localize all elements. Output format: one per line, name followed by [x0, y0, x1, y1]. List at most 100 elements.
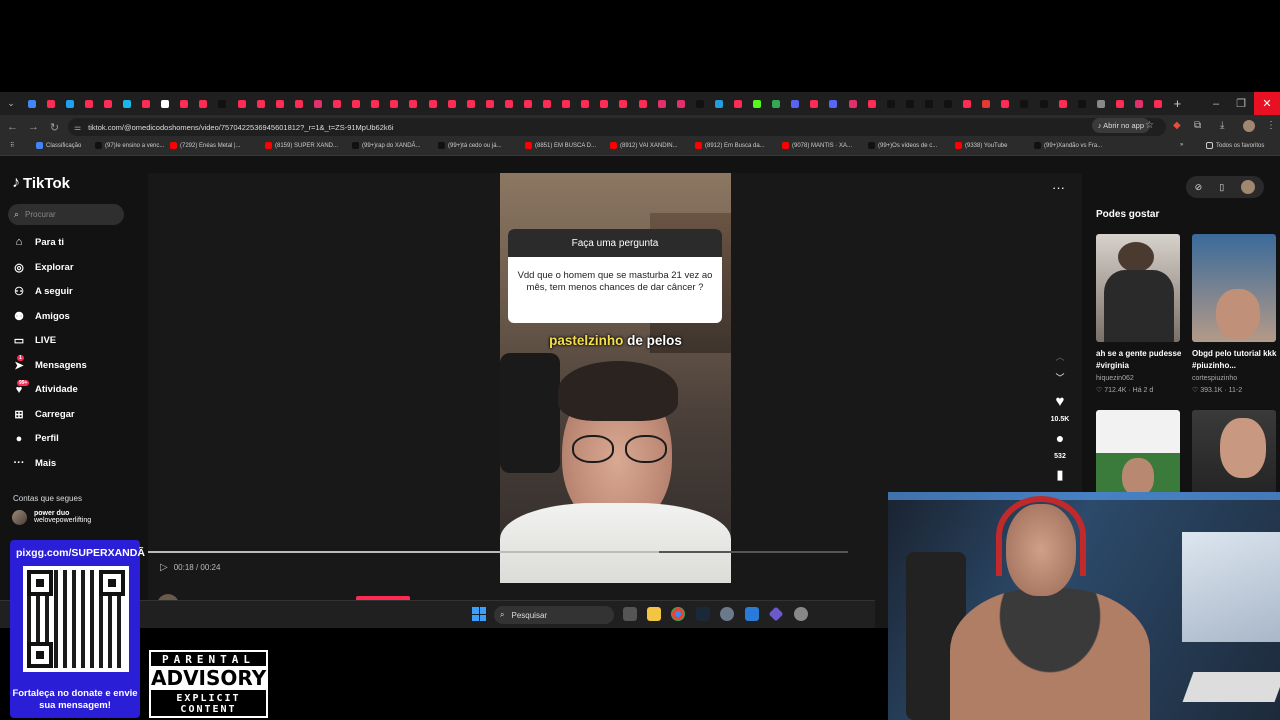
chrome-icon[interactable]: [671, 607, 685, 621]
suggestion-thumbnail[interactable]: [1192, 234, 1276, 342]
bookmark-item[interactable]: (97)Ie ensino a venc...: [95, 142, 164, 149]
browser-tab[interactable]: [385, 95, 404, 113]
browser-tab[interactable]: [805, 95, 824, 113]
browser-tab[interactable]: [499, 95, 518, 113]
bookmark-item[interactable]: (8159) SUPER XAND...: [265, 142, 338, 149]
browser-tab[interactable]: [1053, 95, 1072, 113]
browser-tab[interactable]: [595, 95, 614, 113]
browser-tab[interactable]: [194, 95, 213, 113]
browser-tab[interactable]: [614, 95, 633, 113]
suggestion-author[interactable]: cortespiuzinho: [1192, 375, 1237, 382]
sidebar-item-activity[interactable]: ♥ 99+ Atividade: [11, 379, 78, 396]
maximize-icon[interactable]: ❐: [1228, 92, 1254, 115]
comment-icon[interactable]: ●: [1048, 430, 1072, 446]
browser-tab[interactable]: [232, 95, 251, 113]
browser-tab[interactable]: [1015, 95, 1034, 113]
browser-tab[interactable]: [652, 95, 671, 113]
browser-tab[interactable]: [251, 95, 270, 113]
sidebar-item-upload[interactable]: ⊞ Carregar: [11, 408, 74, 421]
forward-icon[interactable]: →: [23, 121, 44, 133]
next-video-icon[interactable]: ﹀: [1048, 371, 1072, 384]
bookmark-item[interactable]: (7292) Enéas Metal |...: [170, 142, 241, 149]
browser-tab[interactable]: [41, 95, 60, 113]
suggestion-title[interactable]: Obgd pelo tutorial kkk #piuzinho...: [1192, 348, 1278, 371]
browser-tab[interactable]: [576, 95, 595, 113]
device-icon[interactable]: ▯: [1219, 182, 1224, 193]
sidebar-item-profile[interactable]: ● Perfil: [11, 433, 59, 445]
tiktok-logo[interactable]: ♪ TikTok: [12, 174, 70, 192]
browser-tab[interactable]: [996, 95, 1015, 113]
video-progress-bar[interactable]: [148, 551, 848, 553]
bookmark-item[interactable]: (9078) MANTIS · XA...: [782, 142, 852, 149]
browser-tab[interactable]: [404, 95, 423, 113]
browser-tab[interactable]: [786, 95, 805, 113]
browser-tab[interactable]: [347, 95, 366, 113]
browser-tab[interactable]: [213, 95, 232, 113]
following-account[interactable]: power duo welovepowerlifting: [12, 510, 91, 525]
browser-tab[interactable]: [1129, 95, 1148, 113]
bookmark-item[interactable]: (8912) VAI XANDIN...: [610, 142, 678, 149]
browser-tab[interactable]: [843, 95, 862, 113]
task-view-icon[interactable]: [623, 607, 637, 621]
extensions-icon[interactable]: ⧉: [1194, 120, 1201, 131]
browser-tab[interactable]: [308, 95, 327, 113]
more-bookmarks-icon[interactable]: »: [1180, 142, 1183, 148]
browser-tab[interactable]: [175, 95, 194, 113]
browser-tab[interactable]: [1034, 95, 1053, 113]
bookmark-item[interactable]: (8912) Em Busca da...: [695, 142, 765, 149]
browser-tab[interactable]: [748, 95, 767, 113]
bookmark-star-icon[interactable]: ☆: [1145, 120, 1154, 131]
sidebar-item-live[interactable]: ▭ LIVE: [11, 334, 56, 347]
previous-video-icon[interactable]: ︿: [1048, 350, 1072, 363]
browser-tab[interactable]: [1072, 95, 1091, 113]
suggestion-author[interactable]: hiquezin062: [1096, 375, 1134, 382]
browser-tab[interactable]: [79, 95, 98, 113]
bookmark-item[interactable]: (9338) YouTube: [955, 142, 1007, 149]
chrome-menu-icon[interactable]: ⋮: [1266, 120, 1276, 131]
browser-tab[interactable]: [270, 95, 289, 113]
downloads-icon[interactable]: ⤓: [1220, 120, 1224, 131]
play-icon[interactable]: ▷: [160, 562, 168, 573]
suggestion-title[interactable]: ah se a gente pudesse #virginia: [1096, 348, 1182, 371]
bookmark-item[interactable]: (99+)Xandão vs Fra...: [1034, 142, 1102, 149]
sidebar-item-messages[interactable]: ➤ 1 Mensagens: [11, 355, 87, 372]
settings-icon[interactable]: [720, 607, 734, 621]
browser-tab[interactable]: [1110, 95, 1129, 113]
browser-tab[interactable]: [862, 95, 881, 113]
new-tab-button[interactable]: +: [1174, 96, 1188, 111]
close-window-icon[interactable]: ✕: [1254, 92, 1280, 115]
all-favorites-folder[interactable]: Todos os favoritos: [1206, 142, 1264, 149]
browser-tab[interactable]: [442, 95, 461, 113]
browser-tab[interactable]: [557, 95, 576, 113]
browser-tab[interactable]: [328, 95, 347, 113]
back-icon[interactable]: ←: [2, 121, 23, 133]
bookmark-item[interactable]: (99+)rap do XANDÃ...: [352, 142, 421, 149]
browser-tab[interactable]: [919, 95, 938, 113]
sidebar-item-more[interactable]: ··· Mais: [11, 457, 57, 469]
video-more-icon[interactable]: ···: [1052, 180, 1065, 195]
windows-start-icon[interactable]: [472, 607, 486, 621]
browser-tab[interactable]: [824, 95, 843, 113]
browser-tab[interactable]: [137, 95, 156, 113]
browser-tab[interactable]: [423, 95, 442, 113]
browser-tab[interactable]: [881, 95, 900, 113]
browser-tab[interactable]: [1149, 95, 1168, 113]
browser-tab[interactable]: [939, 95, 958, 113]
browser-tab[interactable]: [22, 95, 41, 113]
bookmark-item[interactable]: Classificação: [36, 142, 81, 149]
file-explorer-icon[interactable]: [647, 607, 661, 621]
steam-icon[interactable]: [696, 607, 710, 621]
browser-tab[interactable]: [671, 95, 690, 113]
tab-search-dropdown-icon[interactable]: ⌄: [4, 97, 18, 111]
browser-tab[interactable]: [60, 95, 79, 113]
browser-tab[interactable]: [480, 95, 499, 113]
browser-tab[interactable]: [156, 95, 175, 113]
browser-tab[interactable]: [958, 95, 977, 113]
browser-tab[interactable]: [977, 95, 996, 113]
app-icon[interactable]: [794, 607, 808, 621]
minimize-icon[interactable]: –: [1203, 92, 1229, 115]
browser-tab[interactable]: [767, 95, 786, 113]
browser-tab[interactable]: [98, 95, 117, 113]
coins-icon[interactable]: ⊘: [1195, 182, 1203, 193]
suggestion-thumbnail[interactable]: [1096, 234, 1180, 342]
